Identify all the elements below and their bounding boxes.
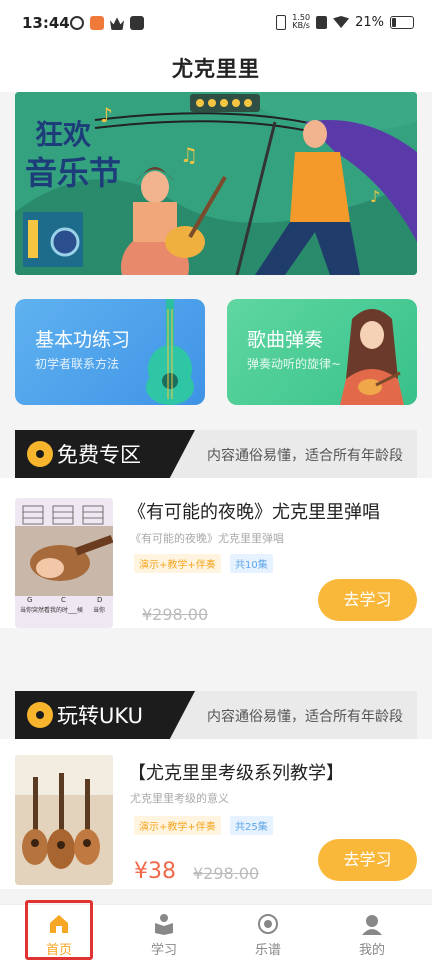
ukulele-lineup-image	[15, 755, 113, 885]
notification-icons	[70, 16, 144, 30]
thumb-chord-1: G	[27, 596, 33, 604]
svg-text:♫: ♫	[180, 143, 198, 167]
course-old-price: ¥298.00	[142, 605, 209, 624]
thumb-caption: 当你突然看我的时___候	[20, 607, 84, 614]
profile-icon	[362, 915, 382, 935]
go-learn-button[interactable]: 去学习	[318, 579, 417, 621]
section-desc: 内容通俗易懂，适合所有年龄段	[207, 709, 403, 725]
card-title: 歌曲弹奏	[247, 329, 324, 351]
home-tab-highlight	[25, 900, 93, 960]
sim-off-icon	[316, 15, 328, 29]
girl-with-ukulele-illustration	[340, 309, 404, 405]
banner-text-2: 音乐节	[25, 154, 121, 192]
status-time: 13:44	[22, 14, 70, 32]
music-festival-banner[interactable]: 狂欢 音乐节 ♪ ♫ ♪	[15, 92, 417, 275]
section-title: 玩转UKU	[57, 704, 143, 728]
course-title[interactable]: 【尤克里里考级系列教学】	[128, 759, 344, 785]
course-tag: 演示+教学+伴奏	[134, 816, 221, 835]
score-icon	[258, 914, 278, 934]
section-header-uku: 玩转UKU 内容通俗易懂，适合所有年龄段	[15, 691, 417, 739]
vinyl-disc-icon	[27, 702, 53, 728]
course-item[interactable]: 【尤克里里考级系列教学】 尤克里里考级的意义 演示+教学+伴奏 共25集 ¥38…	[0, 739, 432, 889]
mail-icon	[130, 16, 144, 30]
course-item[interactable]: G C D 当你突然看我的时___候 当你 《有可能的夜晚》尤克里里弹唱 《有可…	[0, 478, 432, 628]
system-indicators: 1.50 KB/s 21%	[276, 14, 414, 30]
svg-text:♪: ♪	[370, 187, 380, 206]
page-title: 尤克里里	[172, 57, 260, 81]
course-old-price: ¥298.00	[193, 864, 260, 883]
vibrate-icon	[276, 14, 287, 30]
course-thumbnail[interactable]: G C D 当你突然看我的时___候 当你	[15, 498, 113, 628]
battery-icon	[390, 15, 414, 29]
tab-score[interactable]: 乐谱	[214, 905, 322, 965]
card-subtitle: 弹奏动听的旋律~	[247, 357, 342, 371]
section-title: 免费专区	[57, 443, 141, 467]
app-notification-icon	[70, 16, 84, 30]
course-title[interactable]: 《有可能的夜晚》尤克里里弹唱	[128, 498, 380, 524]
battery-percent: 21%	[355, 14, 384, 30]
wifi-icon	[333, 16, 350, 28]
card-title: 基本功练习	[35, 329, 131, 351]
episode-count-badge: 共10集	[230, 554, 273, 573]
course-subtitle: 尤克里里考级的意义	[130, 792, 229, 805]
card-subtitle: 初学者联系方法	[35, 357, 120, 371]
course-thumbnail[interactable]	[15, 755, 113, 885]
tab-label: 学习	[150, 943, 177, 958]
section-header-free: 免费专区 内容通俗易懂，适合所有年龄段	[15, 430, 417, 478]
thumb-chord-2: C	[61, 596, 66, 604]
tab-study[interactable]: 学习	[110, 905, 218, 965]
vinyl-disc-icon	[27, 441, 53, 467]
study-icon	[155, 914, 173, 935]
banner-text-1: 狂欢	[35, 118, 92, 151]
section-desc: 内容通俗易懂，适合所有年龄段	[207, 448, 403, 464]
thumb-chord-3: D	[97, 596, 103, 604]
net-speed: 1.50 KB/s	[292, 13, 311, 30]
svg-text:♪: ♪	[100, 103, 113, 127]
tab-label: 乐谱	[254, 943, 281, 958]
music-festival-illustration: 狂欢 音乐节 ♪ ♫ ♪	[15, 92, 417, 275]
crown-icon	[110, 17, 124, 30]
app-badge-icon	[90, 16, 104, 30]
course-tag: 演示+教学+伴奏	[134, 554, 221, 573]
song-playing-card[interactable]: 歌曲弹奏 弹奏动听的旋律~	[227, 299, 417, 405]
ukulele-icon	[146, 299, 194, 405]
course-price: ¥38	[134, 859, 176, 884]
status-bar: 13:44 1.50 KB/s 21%	[0, 0, 432, 50]
app-header: 尤克里里	[0, 50, 432, 92]
episode-count-badge: 共25集	[230, 816, 273, 835]
thumb-caption-2: 当你	[93, 607, 106, 614]
tab-label: 我的	[358, 943, 385, 958]
go-learn-button[interactable]: 去学习	[318, 839, 417, 881]
tab-profile[interactable]: 我的	[318, 905, 426, 965]
basic-practice-card[interactable]: 基本功练习 初学者联系方法	[15, 299, 205, 405]
course-subtitle: 《有可能的夜晚》尤克里里弹唱	[130, 532, 284, 545]
